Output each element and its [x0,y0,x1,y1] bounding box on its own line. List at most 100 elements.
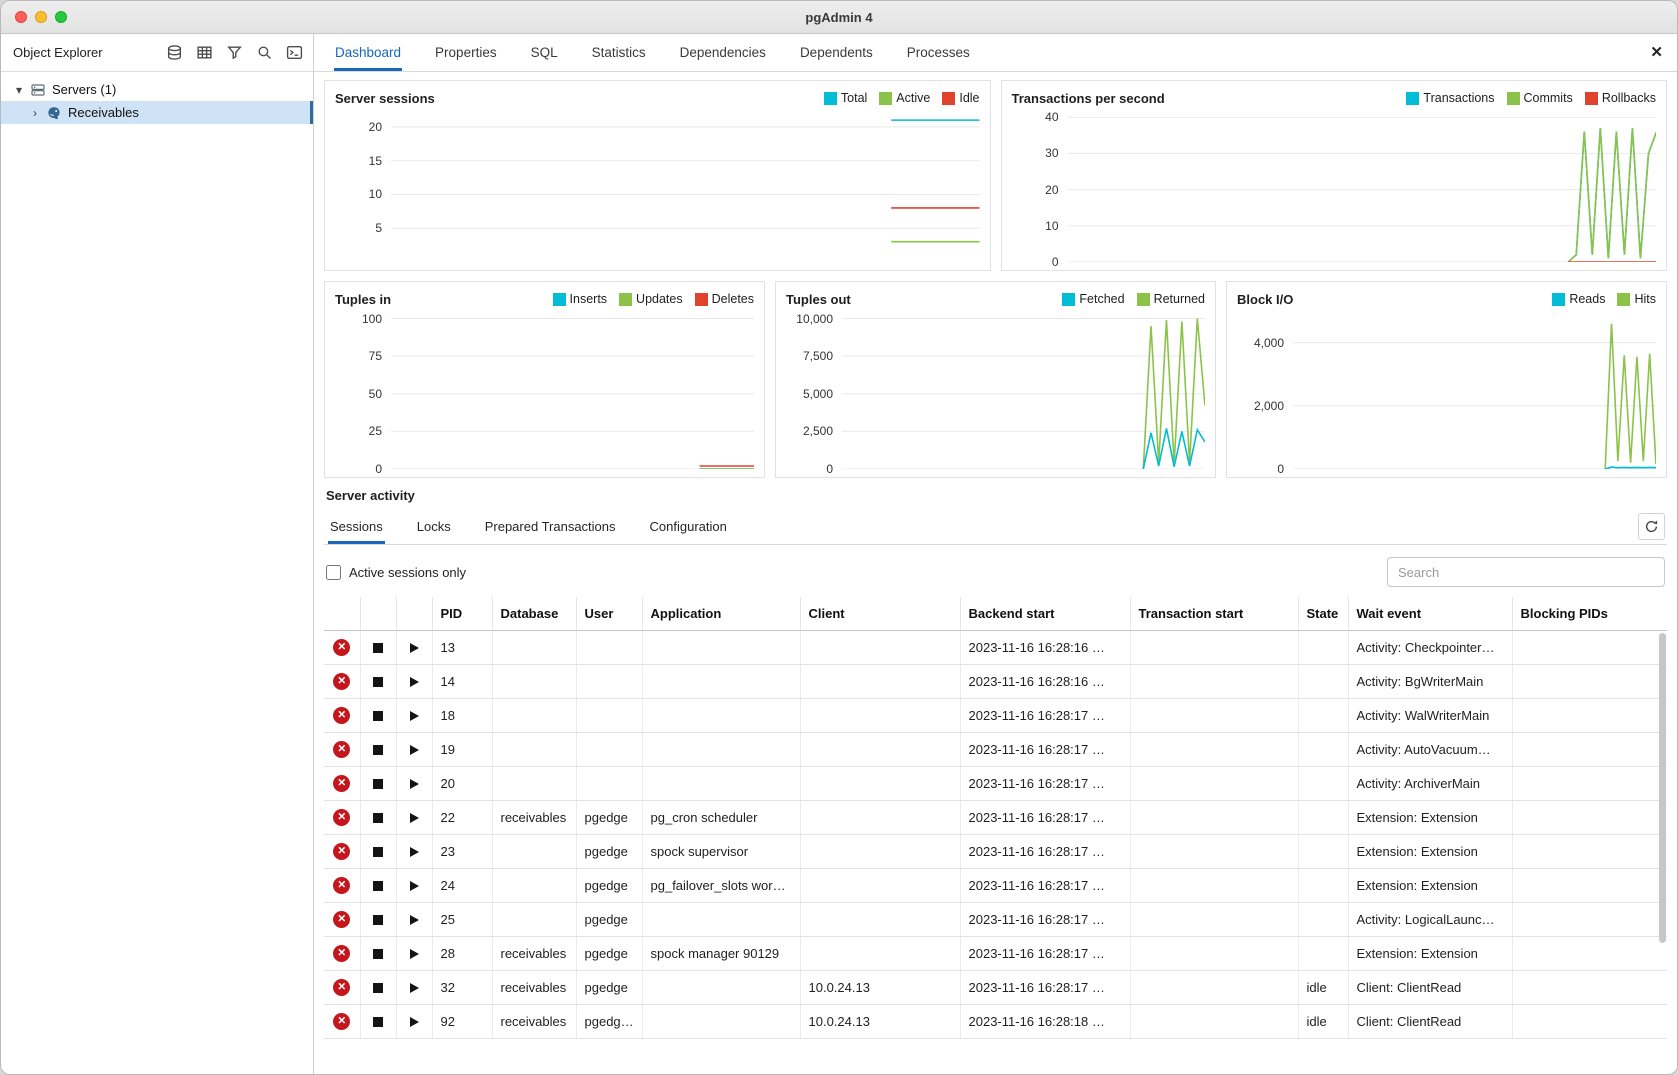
cancel-query-button[interactable] [373,711,383,721]
search-input[interactable] [1387,557,1665,587]
column-header-transaction-start[interactable]: Transaction start [1130,597,1298,630]
details-icon [410,813,419,823]
session-row[interactable]: ✕23pgedgespock supervisor2023-11-16 16:2… [324,834,1667,868]
query-tool-icon[interactable] [161,41,187,65]
terminate-session-button[interactable]: ✕ [333,809,350,826]
session-row[interactable]: ✕25pgedge2023-11-16 16:28:17 …Activity: … [324,902,1667,936]
session-details-button[interactable] [410,915,419,925]
y-tick-label: 0 [375,462,382,476]
column-header-application[interactable]: Application [642,597,800,630]
tab-configuration[interactable]: Configuration [648,510,729,544]
tab-processes[interactable]: Processes [906,34,971,71]
table-scrollbar-thumb[interactable] [1659,633,1666,943]
session-details-button[interactable] [410,711,419,721]
cancel-query-button[interactable] [373,949,383,959]
tab-dashboard[interactable]: Dashboard [334,34,402,71]
legend-label: Returned [1154,292,1205,306]
session-row[interactable]: ✕192023-11-16 16:28:17 …Activity: AutoVa… [324,732,1667,766]
terminate-session-button[interactable]: ✕ [333,1013,350,1030]
cell-blocking-pids [1512,1004,1667,1038]
terminate-session-button[interactable]: ✕ [333,877,350,894]
close-window-button[interactable] [15,11,27,23]
session-details-button[interactable] [410,1017,419,1027]
session-details-button[interactable] [410,813,419,823]
session-row[interactable]: ✕24pgedgepg_failover_slots wor…2023-11-1… [324,868,1667,902]
session-row[interactable]: ✕22receivablespgedgepg_cron scheduler202… [324,800,1667,834]
column-header-client[interactable]: Client [800,597,960,630]
column-header-blocking-pids[interactable]: Blocking PIDs [1512,597,1667,630]
session-row[interactable]: ✕182023-11-16 16:28:17 …Activity: WalWri… [324,698,1667,732]
terminate-session-button[interactable]: ✕ [333,979,350,996]
cell-database [492,630,576,664]
session-details-button[interactable] [410,745,419,755]
session-details-button[interactable] [410,779,419,789]
session-details-button[interactable] [410,677,419,687]
terminate-session-button[interactable]: ✕ [333,945,350,962]
chevron-right-icon[interactable]: › [30,106,40,120]
terminate-session-button[interactable]: ✕ [333,673,350,690]
tree-item-servers[interactable]: ▾ Servers (1) [1,78,313,101]
terminate-session-button[interactable]: ✕ [333,843,350,860]
cell-backend-start: 2023-11-16 16:28:16 … [960,630,1130,664]
legend-label: Hits [1634,292,1656,306]
column-header-state[interactable]: State [1298,597,1348,630]
column-header-backend-start[interactable]: Backend start [960,597,1130,630]
cancel-query-button[interactable] [373,643,383,653]
terminate-session-button[interactable]: ✕ [333,639,350,656]
session-row[interactable]: ✕132023-11-16 16:28:16 …Activity: Checkp… [324,630,1667,664]
session-row[interactable]: ✕142023-11-16 16:28:16 …Activity: BgWrit… [324,664,1667,698]
zoom-window-button[interactable] [55,11,67,23]
stop-icon [373,983,383,993]
terminate-session-button[interactable]: ✕ [333,741,350,758]
cancel-query-button[interactable] [373,915,383,925]
session-details-button[interactable] [410,847,419,857]
active-sessions-only-checkbox[interactable] [326,565,341,580]
table-scrollbar[interactable] [1657,631,1667,1039]
session-details-button[interactable] [410,881,419,891]
terminate-session-button[interactable]: ✕ [333,911,350,928]
minimize-window-button[interactable] [35,11,47,23]
session-details-button[interactable] [410,983,419,993]
tab-dependents[interactable]: Dependents [799,34,874,71]
cancel-query-button[interactable] [373,677,383,687]
psql-tool-icon[interactable] [281,41,307,65]
column-header-wait-event[interactable]: Wait event [1348,597,1512,630]
column-header-pid[interactable]: PID [432,597,492,630]
tree-item-receivables[interactable]: › Receivables [1,101,313,124]
session-row[interactable]: ✕32receivablespgedge10.0.24.132023-11-16… [324,970,1667,1004]
cell-blocking-pids [1512,970,1667,1004]
cancel-query-button[interactable] [373,1017,383,1027]
tab-sessions[interactable]: Sessions [328,510,385,544]
cancel-query-button[interactable] [373,847,383,857]
session-row[interactable]: ✕92receivablespgedg…10.0.24.132023-11-16… [324,1004,1667,1038]
cancel-query-button[interactable] [373,779,383,789]
column-header-database[interactable]: Database [492,597,576,630]
session-details-button[interactable] [410,643,419,653]
terminate-session-button[interactable]: ✕ [333,775,350,792]
terminate-session-button[interactable]: ✕ [333,707,350,724]
close-panel-icon[interactable]: ✕ [1650,45,1663,60]
cancel-query-button[interactable] [373,745,383,755]
cancel-query-button[interactable] [373,983,383,993]
cell-pid: 28 [432,936,492,970]
session-row[interactable]: ✕202023-11-16 16:28:17 …Activity: Archiv… [324,766,1667,800]
tab-locks[interactable]: Locks [415,510,453,544]
tab-statistics[interactable]: Statistics [591,34,647,71]
chevron-down-icon[interactable]: ▾ [14,83,24,97]
cancel-query-button[interactable] [373,881,383,891]
cell-database: receivables [492,800,576,834]
tab-dependencies[interactable]: Dependencies [679,34,767,71]
tab-prepared-transactions[interactable]: Prepared Transactions [483,510,618,544]
tab-properties[interactable]: Properties [434,34,498,71]
filtered-rows-icon[interactable] [221,41,247,65]
view-data-icon[interactable] [191,41,217,65]
session-row[interactable]: ✕28receivablespgedgespock manager 901292… [324,936,1667,970]
search-objects-icon[interactable] [251,41,277,65]
refresh-icon[interactable] [1638,513,1665,540]
cancel-query-button[interactable] [373,813,383,823]
session-details-button[interactable] [410,949,419,959]
cell-database: receivables [492,936,576,970]
column-header-user[interactable]: User [576,597,642,630]
tab-sql[interactable]: SQL [530,34,559,71]
legend-swatch [619,293,632,306]
